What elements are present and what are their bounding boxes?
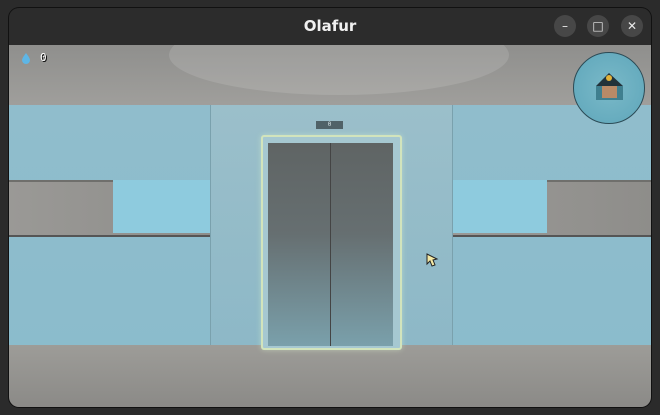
player-marker-icon (606, 75, 612, 81)
close-button[interactable]: ✕ (621, 15, 643, 37)
minimize-button[interactable]: – (554, 15, 576, 37)
maximize-icon: □ (592, 19, 604, 33)
game-viewport[interactable]: 0 0 (9, 45, 651, 407)
floor-indicator: 0 (316, 121, 343, 129)
app-window: Olafur – □ ✕ 0 0 (9, 8, 651, 407)
maximize-button[interactable]: □ (587, 15, 609, 37)
elevator-door-left-panel (268, 143, 331, 346)
right-window (451, 180, 547, 233)
minimize-icon: – (562, 19, 568, 33)
left-window (113, 180, 210, 233)
elevator-door-right-panel (331, 143, 393, 346)
title-bar[interactable]: Olafur – □ ✕ (9, 8, 651, 45)
ceiling (9, 45, 651, 107)
elevator-door[interactable] (261, 135, 402, 350)
water-drop-icon (22, 53, 30, 67)
floor (9, 345, 651, 407)
close-icon: ✕ (626, 19, 638, 33)
pointer-cursor-icon (426, 252, 440, 267)
hud-counter: 0 (40, 51, 47, 64)
minimap (573, 52, 645, 124)
